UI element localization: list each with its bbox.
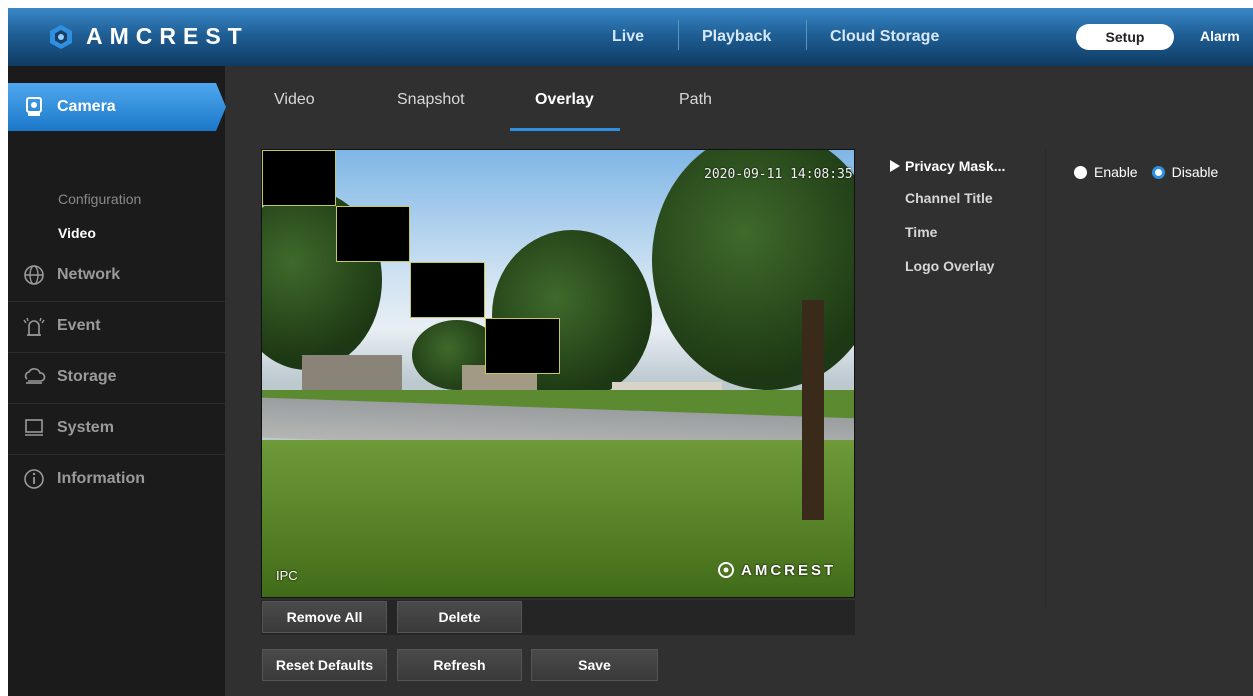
tab-overlay[interactable]: Overlay [535, 91, 594, 109]
sidebar-item-camera[interactable]: Camera [8, 83, 226, 131]
sidebar-item-information[interactable]: Information [8, 454, 225, 504]
brand-logo: AMCREST [48, 23, 249, 50]
nav-playback[interactable]: Playback [702, 8, 771, 66]
refresh-button[interactable]: Refresh [397, 649, 522, 681]
caret-right-icon [890, 160, 900, 172]
delete-button[interactable]: Delete [397, 601, 522, 633]
nav-cloud-storage[interactable]: Cloud Storage [830, 8, 939, 66]
osd-timestamp[interactable]: 2020-09-11 14:08:35 [704, 167, 853, 182]
tree-trunk [802, 300, 824, 520]
app-window: AMCREST Live Playback Cloud Storage Setu… [8, 8, 1253, 696]
nav-separator [806, 20, 807, 50]
sidebar-item-storage[interactable]: Storage [8, 352, 225, 402]
privacy-mask-region[interactable] [485, 318, 560, 374]
sidebar-item-system[interactable]: System [8, 403, 225, 453]
save-button[interactable]: Save [531, 649, 658, 681]
tab-video[interactable]: Video [274, 91, 315, 109]
overlay-menu-channel-title[interactable]: Channel Title [905, 190, 993, 206]
enable-radio[interactable] [1074, 165, 1087, 179]
disable-radio[interactable] [1151, 165, 1165, 179]
brand-name: AMCREST [86, 23, 249, 49]
overlay-menu-logo-overlay[interactable]: Logo Overlay [905, 258, 994, 274]
sidebar-item-network[interactable]: Network [8, 250, 225, 300]
sidebar-item-label: Camera [57, 98, 116, 115]
privacy-mask-region[interactable] [410, 262, 485, 318]
sidebar-subitem-configuration[interactable]: Configuration [58, 191, 141, 207]
overlay-menu-time[interactable]: Time [905, 224, 937, 240]
enable-radio-label: Enable [1094, 164, 1138, 180]
osd-logo-overlay[interactable]: AMCREST [717, 561, 836, 579]
reset-defaults-button[interactable]: Reset Defaults [262, 649, 387, 681]
privacy-mask-region[interactable] [262, 150, 336, 206]
nav-live[interactable]: Live [612, 8, 644, 66]
privacy-mask-region[interactable] [336, 206, 410, 262]
camera-icon [21, 94, 47, 120]
sidebar-item-event[interactable]: Event [8, 301, 225, 351]
active-tab-indicator [510, 128, 620, 131]
amcrest-logo-icon [50, 24, 72, 49]
cloud-storage-icon [21, 364, 47, 390]
disable-radio-label: Disable [1171, 164, 1219, 180]
top-bar: AMCREST Live Playback Cloud Storage Setu… [8, 8, 1253, 66]
video-preview[interactable]: 2020-09-11 14:08:35 IPC AMCREST [261, 149, 855, 598]
alarm-link[interactable]: Alarm [1200, 28, 1240, 44]
info-icon [21, 466, 47, 492]
tab-path[interactable]: Path [679, 91, 712, 109]
monitor-icon [21, 415, 47, 441]
remove-all-button[interactable]: Remove All [262, 601, 387, 633]
osd-channel-title[interactable]: IPC [276, 568, 298, 583]
globe-icon [21, 262, 47, 288]
setup-button[interactable]: Setup [1076, 24, 1174, 50]
alarm-bell-icon [21, 313, 47, 339]
nav-separator [678, 20, 679, 50]
sidebar-subitem-video[interactable]: Video [58, 225, 96, 241]
tab-snapshot[interactable]: Snapshot [397, 91, 465, 109]
amcrest-logo-icon [718, 562, 734, 578]
privacy-mask-toggle: Enable Disable [1074, 164, 1218, 180]
overlay-menu-privacy-mask[interactable]: Privacy Mask... [890, 158, 1005, 174]
panel-divider [1045, 149, 1046, 609]
